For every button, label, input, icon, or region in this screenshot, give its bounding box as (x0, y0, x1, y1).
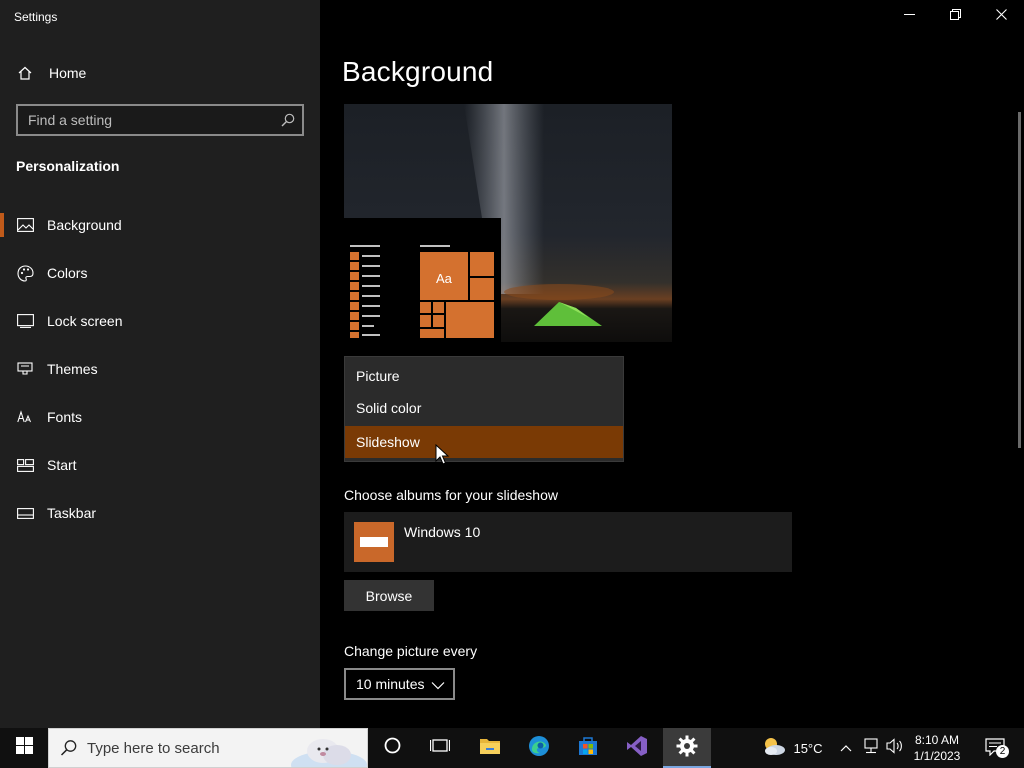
minimize-button[interactable] (886, 0, 932, 32)
taskbar: 15°C 8:10 AM 1/1/2023 2 (0, 728, 1024, 768)
edge-browser-icon (528, 735, 550, 762)
search-icon[interactable] (280, 112, 296, 128)
find-setting-input[interactable] (18, 106, 302, 134)
sidebar: Settings Home Personalization Background… (0, 0, 320, 728)
section-title: Personalization (16, 158, 120, 174)
show-hidden-icons-button[interactable] (836, 728, 856, 768)
weather-widget[interactable] (760, 728, 788, 768)
clock[interactable]: 8:10 AM 1/1/2023 (906, 728, 968, 768)
palette-icon (16, 264, 34, 282)
sidebar-item-label: Themes (47, 361, 98, 377)
store-icon (577, 735, 599, 762)
visual-studio-button[interactable] (614, 728, 660, 768)
file-explorer-button[interactable] (467, 728, 513, 768)
gear-icon (676, 735, 698, 762)
start-icon (16, 456, 34, 474)
minimize-icon (903, 7, 915, 25)
background-preview: Aa (344, 104, 672, 342)
task-view-icon (429, 737, 451, 759)
mouse-cursor-icon (435, 444, 449, 465)
windows-logo-icon (15, 737, 33, 759)
album-thumbnail (354, 522, 394, 562)
weather-partly-cloudy-icon (761, 735, 787, 762)
sidebar-item-themes[interactable]: Themes (0, 349, 320, 389)
temperature-label[interactable]: 15°C (790, 728, 826, 768)
find-setting-search[interactable] (16, 104, 304, 136)
network-icon (862, 737, 880, 759)
sidebar-item-colors[interactable]: Colors (0, 253, 320, 293)
preview-tile-label: Aa (436, 271, 452, 286)
browse-button[interactable]: Browse (344, 580, 434, 611)
font-icon (16, 408, 34, 426)
picture-interval-value: 10 minutes (356, 676, 425, 692)
vertical-scrollbar[interactable] (1018, 112, 1021, 448)
taskbar-icon (16, 504, 34, 522)
taskbar-search-input[interactable] (87, 729, 307, 767)
sidebar-item-lock-screen[interactable]: Lock screen (0, 301, 320, 341)
option-solid-color[interactable]: Solid color (345, 392, 623, 424)
sidebar-item-label: Background (47, 217, 122, 233)
visual-studio-icon (626, 735, 648, 762)
sidebar-item-taskbar[interactable]: Taskbar (0, 493, 320, 533)
cortana-button[interactable] (370, 728, 414, 768)
taskbar-search-box[interactable] (48, 728, 368, 768)
brush-icon (16, 360, 34, 378)
sidebar-item-label: Colors (47, 265, 88, 281)
start-button[interactable] (0, 728, 48, 768)
image-icon (16, 216, 34, 234)
restore-icon (949, 7, 961, 25)
option-slideshow[interactable]: Slideshow (345, 426, 623, 458)
sidebar-item-label: Lock screen (47, 313, 123, 329)
sidebar-item-start[interactable]: Start (0, 445, 320, 485)
page-title: Background (342, 56, 494, 87)
notification-icon: 2 (985, 738, 1009, 758)
home-icon (16, 64, 34, 82)
network-button[interactable] (860, 728, 882, 768)
album-item-windows-10[interactable]: Windows 10 (344, 512, 792, 572)
chevron-up-icon (840, 739, 852, 757)
sidebar-item-label: Fonts (47, 409, 83, 425)
notification-badge: 2 (996, 745, 1009, 758)
sidebar-item-label: Start (47, 457, 77, 473)
picture-interval-select[interactable]: 10 minutes (344, 668, 455, 700)
change-picture-label: Change picture every (344, 643, 478, 659)
cortana-icon (384, 737, 401, 759)
close-button[interactable] (978, 0, 1024, 32)
action-center-button[interactable]: 2 (976, 728, 1016, 768)
folder-icon (479, 737, 501, 760)
microsoft-store-button[interactable] (565, 728, 611, 768)
sidebar-item-background[interactable]: Background (0, 205, 320, 245)
sidebar-item-label: Taskbar (47, 505, 97, 521)
clock-time: 8:10 AM (914, 733, 960, 747)
settings-taskbar-button[interactable] (663, 728, 711, 768)
close-icon (995, 7, 1007, 25)
restore-button[interactable] (932, 0, 978, 32)
search-icon (60, 739, 78, 762)
volume-button[interactable] (884, 728, 906, 768)
edge-browser-button[interactable] (516, 728, 562, 768)
clock-date: 1/1/2023 (913, 749, 961, 763)
lock-screen-icon (16, 312, 34, 330)
option-picture[interactable]: Picture (345, 360, 623, 392)
preview-image (344, 104, 672, 342)
chevron-down-icon (431, 678, 445, 692)
speaker-icon (886, 737, 904, 759)
search-highlight-illustration-icon (289, 729, 367, 767)
app-title: Settings (14, 10, 58, 24)
home-nav-item[interactable]: Home (16, 62, 86, 84)
home-label: Home (49, 65, 87, 81)
sidebar-item-fonts[interactable]: Fonts (0, 397, 320, 437)
task-view-button[interactable] (418, 728, 462, 768)
albums-label: Choose albums for your slideshow (344, 487, 558, 503)
album-name: Windows 10 (404, 524, 481, 540)
background-type-dropdown-list[interactable]: Picture Solid color Slideshow (344, 356, 624, 462)
